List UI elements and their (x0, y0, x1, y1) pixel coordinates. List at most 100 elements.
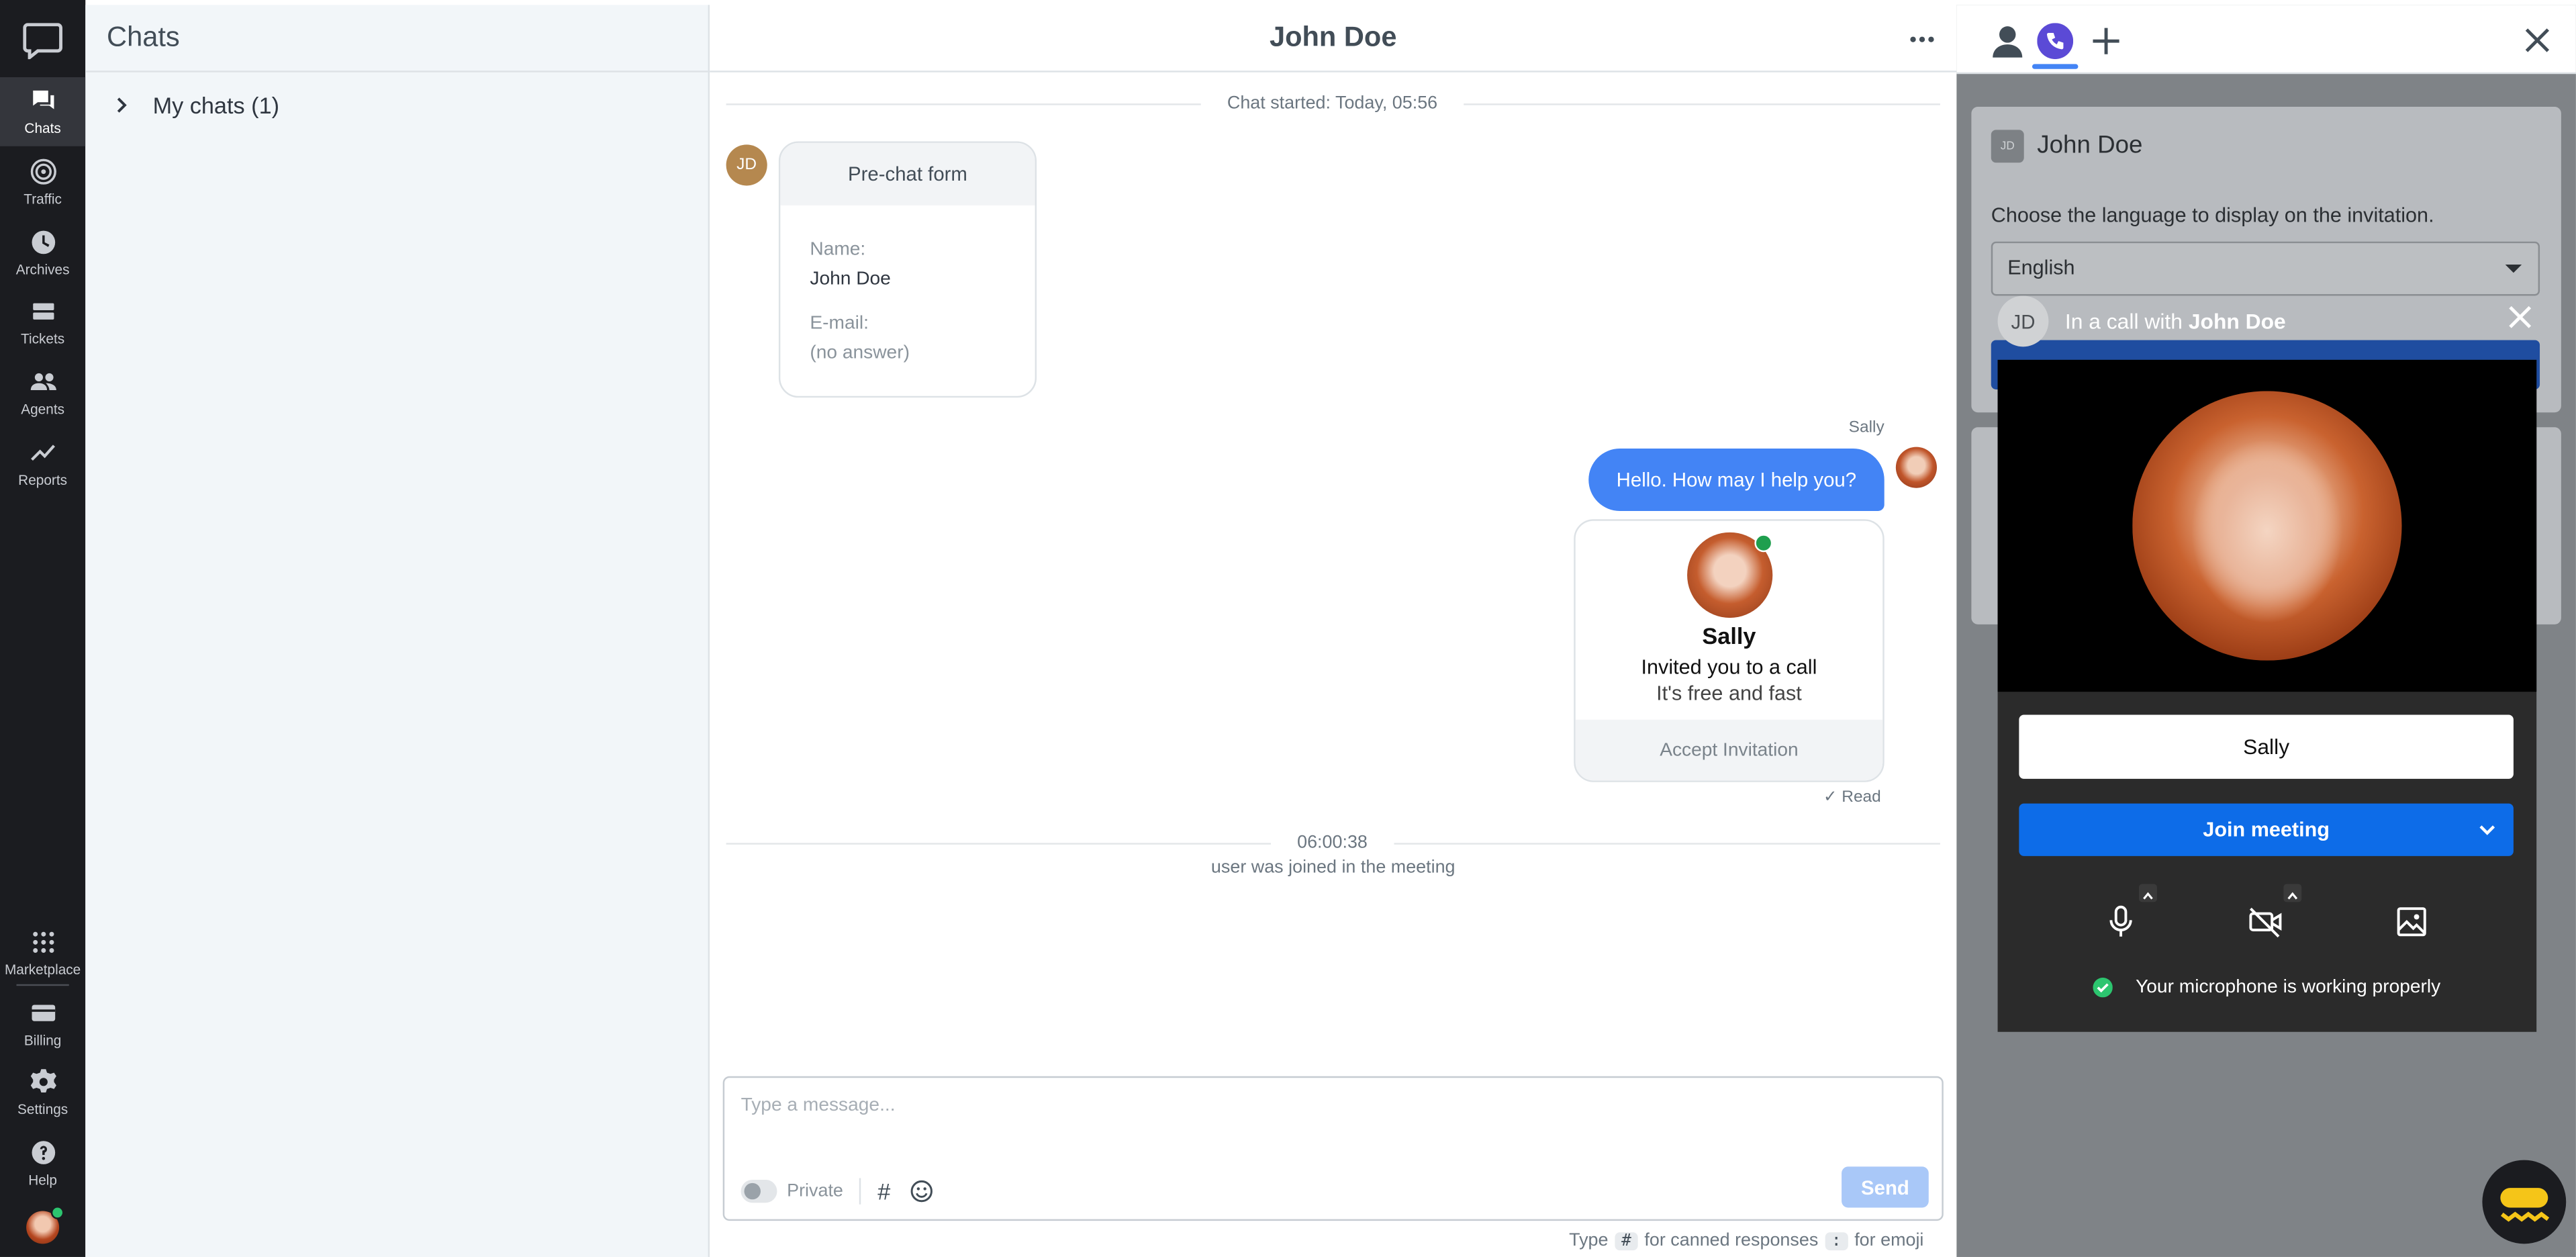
accept-invitation-button[interactable]: Accept Invitation (1575, 719, 1883, 781)
call-status-text: In a call with John Doe (2065, 309, 2286, 334)
nav-label: Reports (18, 471, 68, 488)
hint-colon-key: : (1825, 1231, 1848, 1250)
camera-options-caret[interactable] (2283, 884, 2302, 902)
call-bar: JD In a call with John Doe (1997, 295, 2532, 347)
chat-widget-button[interactable] (2482, 1160, 2567, 1244)
nav-item-marketplace[interactable]: Marketplace (0, 919, 85, 988)
call-prefix: In a call with (2064, 309, 2183, 334)
video-call-app-icon[interactable] (2037, 23, 2074, 60)
message-composer[interactable]: Type a message... Private # Send (722, 1076, 1944, 1221)
chevron-up-icon (2287, 892, 2298, 900)
private-toggle[interactable] (741, 1179, 777, 1203)
my-avatar[interactable] (26, 1206, 64, 1244)
close-call-icon[interactable] (2509, 306, 2532, 328)
background-image-icon[interactable] (2392, 902, 2432, 941)
agent-avatar (1895, 447, 1938, 488)
hint-hash-key: # (1615, 1231, 1638, 1250)
nav-item-reports[interactable]: Reports (0, 429, 85, 498)
nav-label: Traffic (23, 190, 62, 207)
customer-details-icon[interactable] (1989, 23, 2025, 59)
invitation-avatar (1686, 532, 1772, 618)
emoji-icon[interactable] (910, 1180, 933, 1203)
chevron-up-icon (2143, 892, 2153, 900)
message-input[interactable]: Type a message... (741, 1096, 896, 1115)
join-meeting-label: Join meeting (2203, 818, 2330, 841)
private-label: Private (787, 1181, 843, 1201)
nav-label: Marketplace (4, 961, 81, 978)
customer-badge: JD (1991, 130, 2024, 163)
mic-options-caret[interactable] (2138, 884, 2157, 902)
mic-status: Your microphone is working properly (2093, 977, 2440, 998)
hint-type: Type (1569, 1230, 1609, 1251)
tools-divider (859, 1178, 861, 1205)
app-logo-icon[interactable] (23, 23, 62, 60)
meeting-prejoin: Sally Join meeting Your microphone is wo… (1997, 359, 2537, 1032)
nav-item-billing[interactable]: Billing (0, 989, 85, 1058)
nav-item-traffic[interactable]: Traffic (0, 148, 85, 217)
display-name-input[interactable]: Sally (2019, 714, 2514, 779)
nav-label: Settings (17, 1101, 68, 1117)
check-circle-icon (2093, 977, 2113, 998)
clock-icon (31, 230, 54, 254)
hint-emoji: for emoji (1854, 1230, 1924, 1251)
close-icon[interactable] (2524, 26, 2552, 54)
billing-icon (31, 1005, 54, 1021)
reports-icon (30, 445, 54, 461)
language-select[interactable]: English (1991, 241, 2540, 296)
nav-item-agents[interactable]: Agents (0, 358, 85, 427)
customer-avatar: JD (726, 144, 767, 186)
send-button[interactable]: Send (1842, 1166, 1929, 1208)
call-invitation-card: Sally Invited you to a call It's free an… (1574, 519, 1885, 782)
nav-rail: Chats Traffic Archives Tickets Agents Re… (0, 0, 86, 1257)
details-tabs (1956, 5, 2576, 75)
canned-responses-icon[interactable]: # (877, 1178, 890, 1204)
invitation-text: Invited you to a call (1641, 655, 1817, 679)
customer-name: John Doe (2037, 131, 2143, 160)
agents-icon (30, 373, 56, 391)
chat-header: John Doe (710, 5, 1957, 73)
details-panel: JD John Doe Choose the language to displ… (1956, 5, 2576, 1257)
nav-item-tickets[interactable]: Tickets (0, 287, 85, 357)
add-app-icon[interactable] (2088, 23, 2124, 59)
more-options-icon[interactable] (1909, 26, 1935, 52)
my-chats-group[interactable]: My chats (1) (85, 73, 708, 138)
nav-item-archives[interactable]: Archives (0, 218, 85, 287)
nav-label: Tickets (21, 330, 65, 347)
my-chats-label: My chats (1) (152, 92, 280, 119)
language-prompt: Choose the language to display on the in… (1991, 203, 2434, 227)
call-with-name: John Doe (2188, 309, 2286, 334)
traffic-icon (30, 158, 56, 185)
nav-label: Agents (21, 401, 65, 418)
ticket-icon (32, 303, 54, 320)
prechat-email-value: (no answer) (810, 343, 910, 363)
nav-item-settings[interactable]: Settings (0, 1058, 85, 1127)
chat-title: John Doe (1269, 21, 1397, 53)
nav-item-help[interactable]: Help (0, 1129, 85, 1198)
read-status: ✓ Read (1823, 788, 1881, 807)
chats-list-panel: Chats My chats (1) (85, 5, 710, 1257)
camera-off-icon[interactable] (2246, 902, 2285, 941)
join-meeting-button[interactable]: Join meeting (2019, 803, 2514, 856)
nav-item-chats[interactable]: Chats (0, 77, 86, 146)
chevron-right-icon (117, 97, 127, 113)
prechat-name-value: John Doe (810, 269, 891, 289)
microphone-icon[interactable] (2101, 902, 2141, 941)
hint-canned: for canned responses (1644, 1230, 1819, 1251)
online-status-dot (50, 1206, 64, 1219)
nav-divider (16, 984, 69, 986)
chat-pane: John Doe Chat started: Today, 05:56 JD P… (710, 5, 1957, 1257)
chats-list-title: Chats (85, 5, 708, 73)
nav-label: Billing (23, 1031, 62, 1049)
participant-video-avatar (2132, 391, 2402, 661)
chat-icon (32, 90, 54, 109)
invitation-name: Sally (1702, 622, 1756, 649)
event-time: 06:00:38 (1270, 833, 1394, 853)
chevron-down-icon[interactable] (2477, 820, 2497, 839)
nav-label: Archives (15, 261, 70, 278)
prechat-title: Pre-chat form (780, 142, 1035, 205)
composer-hint: Type # for canned responses : for emoji (1569, 1231, 1923, 1250)
online-status-dot (1754, 534, 1772, 553)
event-text: user was joined in the meeting (1210, 857, 1456, 878)
grid-icon (32, 931, 54, 953)
nav-label: Chats (24, 120, 61, 137)
